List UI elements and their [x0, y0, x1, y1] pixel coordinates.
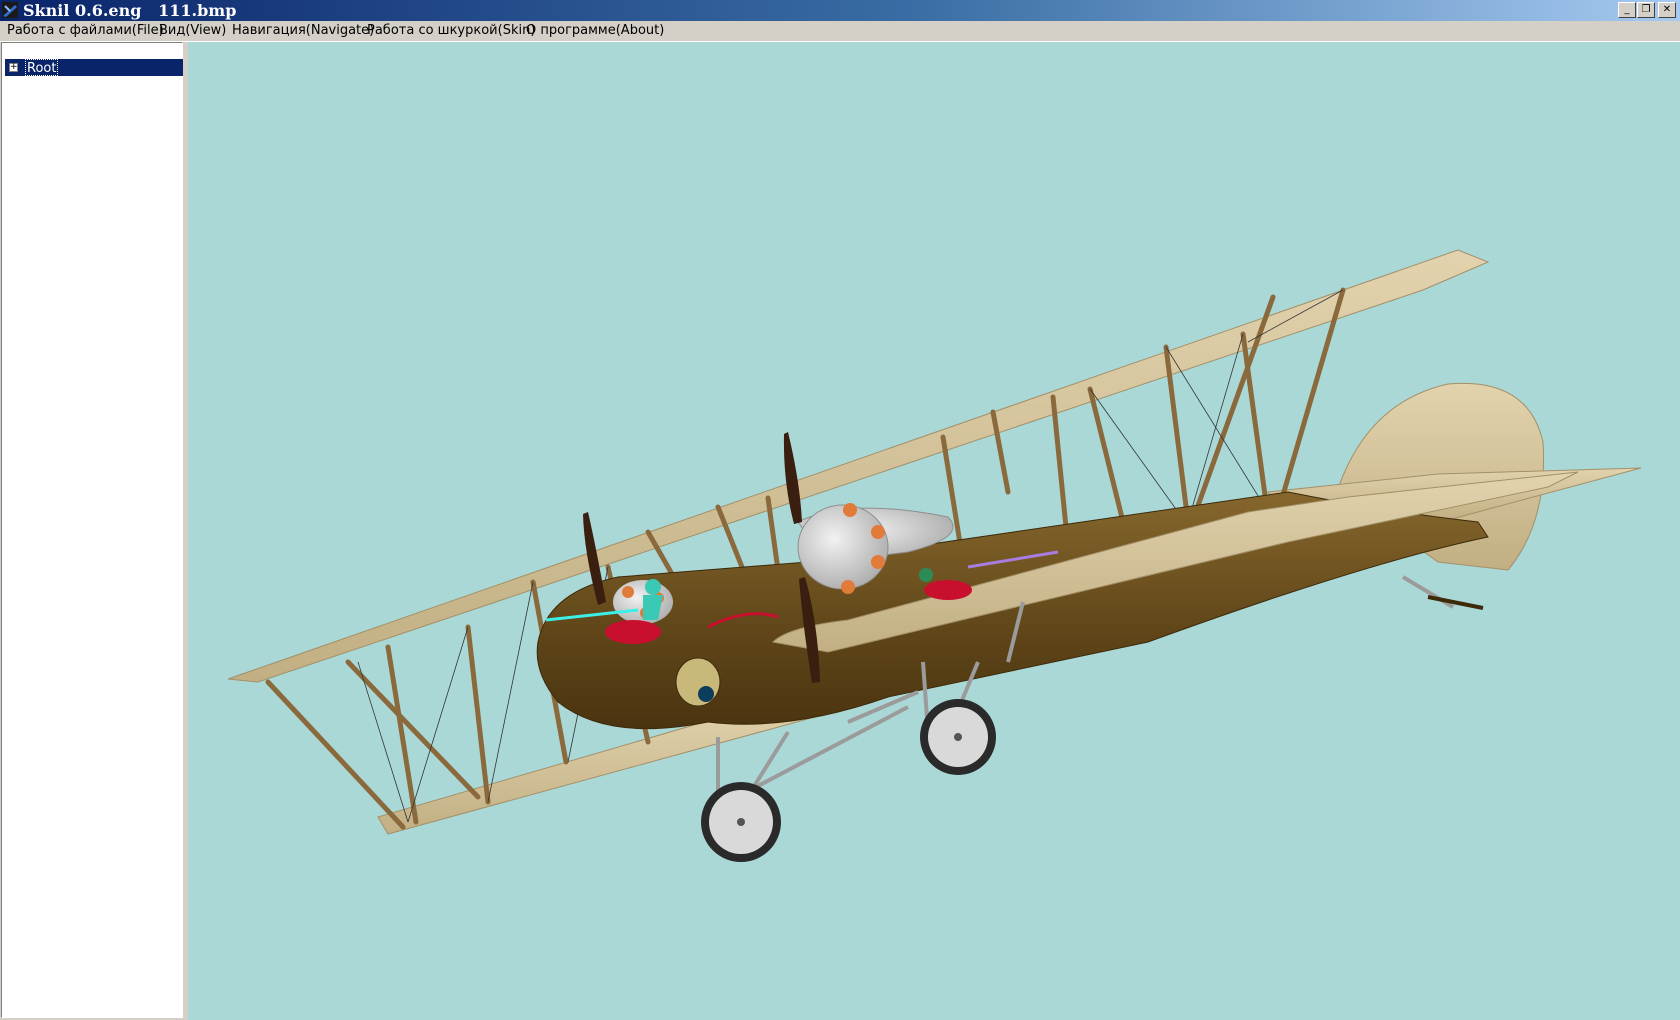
tail-skid — [1427, 595, 1484, 610]
title-bar[interactable]: Sknil 0.6.eng 111.bmp _ ❐ ✕ — [0, 0, 1680, 21]
window-title: Sknil 0.6.eng 111.bmp — [23, 1, 237, 20]
tree-item-label: Root — [25, 59, 59, 76]
menu-bar: Работа с файлами(File) Вид(View) Навигац… — [0, 21, 1680, 42]
3d-viewport[interactable] — [188, 42, 1680, 1020]
wheel-front — [701, 782, 781, 862]
close-button[interactable]: ✕ — [1658, 2, 1676, 18]
minimize-button[interactable]: _ — [1618, 2, 1636, 18]
restore-button[interactable]: ❐ — [1637, 2, 1655, 18]
menu-navigate[interactable]: Навигация(Navigate) — [232, 21, 374, 41]
app-icon[interactable] — [2, 2, 18, 18]
cockpit-front — [605, 620, 661, 644]
wheel-rear — [920, 699, 996, 775]
tree-panel[interactable]: + Root — [1, 42, 183, 1018]
cockpit-rear — [924, 580, 972, 600]
fuselage-roundel — [675, 657, 721, 707]
restore-icon: ❐ — [1641, 4, 1651, 15]
tree-item-root[interactable]: + Root — [5, 59, 183, 76]
menu-file[interactable]: Работа с файлами(File) — [7, 21, 164, 41]
menu-about[interactable]: О программе(About) — [526, 21, 664, 41]
menu-view[interactable]: Вид(View) — [159, 21, 226, 41]
biplane-model — [227, 249, 1642, 862]
minimize-icon: _ — [1624, 4, 1630, 15]
close-icon: ✕ — [1662, 4, 1672, 15]
propeller-right — [783, 432, 802, 524]
menu-skin[interactable]: Работа со шкуркой(Skin) — [367, 21, 535, 41]
expand-icon[interactable]: + — [9, 63, 18, 72]
gunner-figure — [645, 579, 661, 595]
